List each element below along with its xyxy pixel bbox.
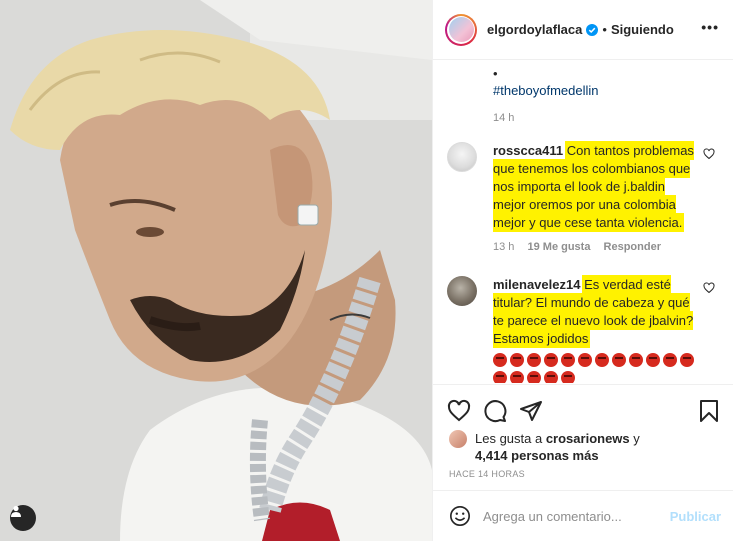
header-separator: • (602, 22, 607, 37)
angry-face-emoji-icon (595, 352, 609, 367)
comment-meta: 13 h 19 Me gusta Responder (493, 238, 701, 256)
comment-like-heart-icon[interactable] (703, 148, 715, 160)
comment-body: rosscca411 Con tantos problemas que tene… (493, 142, 701, 232)
comment-body: milenavelez14 Es verdad esté titular? El… (493, 276, 701, 383)
caption-bullet: • (493, 66, 498, 81)
angry-face-emoji-icon (578, 352, 592, 367)
comment-time[interactable]: 13 h (493, 241, 514, 253)
verified-badge-icon (586, 23, 599, 36)
post-caption: • #theboyofmedellin 14 h (433, 61, 733, 125)
angry-face-emoji-icon (629, 352, 643, 367)
angry-face-emoji-icon (510, 352, 524, 367)
more-options-button[interactable]: ••• (701, 20, 719, 34)
post-photo[interactable] (0, 0, 432, 541)
paper-plane-icon[interactable] (519, 399, 543, 423)
angry-face-emoji-icon (493, 370, 507, 383)
publish-button[interactable]: Publicar (670, 509, 721, 524)
post-header: elgordoylaflaca • Siguiendo ••• (433, 0, 733, 60)
angry-face-emoji-icon (544, 370, 558, 383)
angry-face-emoji-icon (561, 370, 575, 383)
comment-emoji-row (493, 350, 701, 383)
post-photo-illustration (0, 0, 432, 541)
post-side-panel: elgordoylaflaca • Siguiendo ••• • #thebo… (432, 0, 733, 541)
angry-face-emoji-icon (544, 352, 558, 367)
likes-summary: Les gusta a crosarionews y 4,414 persona… (449, 430, 723, 464)
angry-face-emoji-icon (612, 352, 626, 367)
post-actions-bar (433, 384, 733, 434)
liker-avatar[interactable] (449, 430, 467, 448)
following-button[interactable]: Siguiendo (611, 22, 674, 37)
author-username[interactable]: elgordoylaflaca (487, 22, 582, 37)
comment-likes[interactable]: 19 Me gusta (527, 241, 590, 253)
angry-face-emoji-icon (561, 352, 575, 367)
likes-prefix: Les gusta a (475, 431, 546, 446)
author-avatar-image (448, 17, 474, 42)
angry-face-emoji-icon (646, 352, 660, 367)
bookmark-icon[interactable] (697, 399, 721, 423)
likes-connector: y (629, 431, 640, 446)
comment-reply-button[interactable]: Responder (604, 241, 661, 253)
comment-item: milenavelez14 Es verdad esté titular? El… (433, 276, 733, 383)
angry-face-emoji-icon (680, 352, 694, 367)
add-comment-bar: Publicar (433, 490, 733, 541)
angry-face-emoji-icon (510, 370, 524, 383)
tagged-users-button[interactable] (10, 505, 36, 531)
angry-face-emoji-icon (493, 352, 507, 367)
caption-time[interactable]: 14 h (493, 112, 717, 124)
post-timestamp[interactable]: HACE 14 HORAS (449, 469, 525, 479)
angry-face-emoji-icon (663, 352, 677, 367)
commenter-username[interactable]: rosscca411 (493, 143, 563, 158)
author-avatar[interactable] (445, 13, 477, 46)
angry-face-emoji-icon (527, 352, 541, 367)
commenter-avatar[interactable] (447, 142, 477, 172)
comment-icon[interactable] (483, 399, 507, 423)
heart-icon[interactable] (447, 399, 471, 423)
caption-hashtag-link[interactable]: #theboyofmedellin (493, 83, 717, 98)
commenter-avatar[interactable] (447, 276, 477, 306)
comments-list[interactable]: • #theboyofmedellin 14 h rosscca411 Con … (433, 61, 733, 383)
smiley-icon[interactable] (449, 505, 471, 527)
liker-username[interactable]: crosarionews (546, 431, 630, 446)
comment-like-heart-icon[interactable] (703, 282, 715, 294)
likes-count-link[interactable]: 4,414 personas más (475, 448, 599, 463)
comment-input[interactable] (483, 508, 670, 524)
angry-face-emoji-icon (527, 370, 541, 383)
commenter-username[interactable]: milenavelez14 (493, 277, 580, 292)
user-icon (11, 505, 21, 517)
comment-item: rosscca411 Con tantos problemas que tene… (433, 142, 733, 256)
